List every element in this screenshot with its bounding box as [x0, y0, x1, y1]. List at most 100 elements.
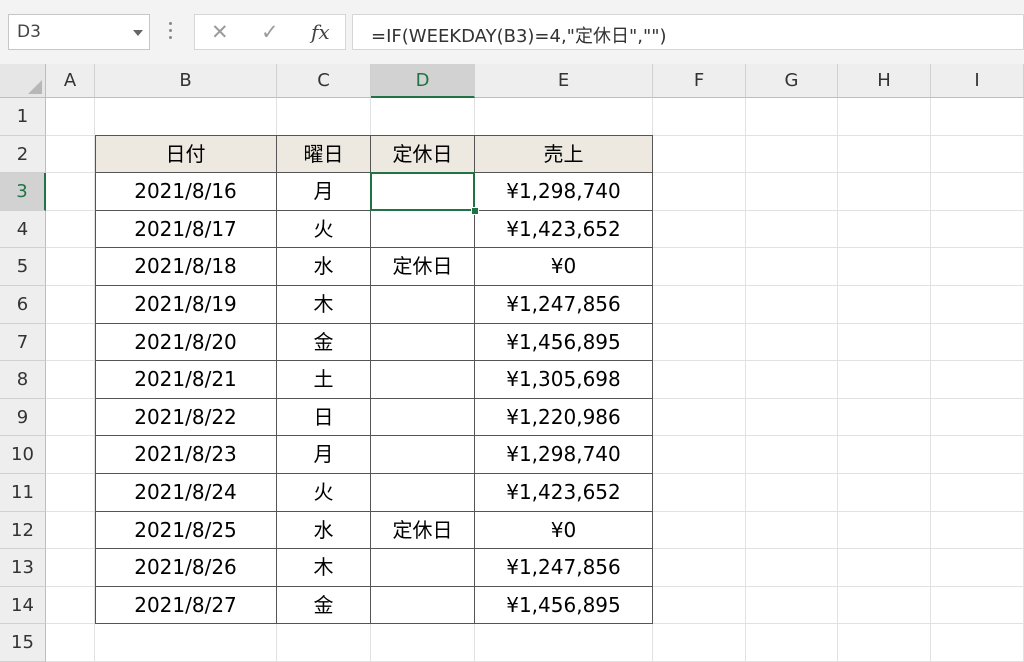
- table-cell[interactable]: [371, 549, 475, 587]
- table-cell[interactable]: 火: [277, 210, 371, 249]
- table-cell[interactable]: ¥1,247,856: [475, 286, 653, 324]
- cell-h1[interactable]: [838, 98, 931, 136]
- table-cell[interactable]: ¥1,423,652: [475, 210, 653, 249]
- select-all-button[interactable]: [0, 64, 46, 98]
- cell-e1[interactable]: [475, 98, 653, 136]
- table-cell[interactable]: 金: [277, 586, 371, 625]
- table-cell[interactable]: 木: [277, 549, 371, 587]
- cell-f13[interactable]: [653, 549, 746, 587]
- cancel-icon[interactable]: ✕: [211, 20, 229, 44]
- cell-i3[interactable]: [931, 173, 1024, 211]
- cell-i7[interactable]: [931, 323, 1024, 362]
- cell-a6[interactable]: [46, 286, 95, 324]
- cell-f4[interactable]: [653, 210, 746, 249]
- row-header-4[interactable]: 4: [0, 210, 46, 249]
- cell-g2[interactable]: [746, 135, 838, 174]
- cell-a13[interactable]: [46, 549, 95, 587]
- cell-i9[interactable]: [931, 398, 1024, 437]
- column-header-h[interactable]: H: [838, 64, 931, 98]
- table-cell[interactable]: ¥1,247,856: [475, 549, 653, 587]
- cell-f3[interactable]: [653, 173, 746, 211]
- table-cell[interactable]: 2021/8/24: [95, 474, 277, 512]
- cell-h8[interactable]: [838, 361, 931, 399]
- cell-a2[interactable]: [46, 135, 95, 174]
- column-header-d[interactable]: D: [371, 64, 475, 98]
- cell-g5[interactable]: [746, 248, 838, 286]
- table-cell[interactable]: 火: [277, 474, 371, 512]
- name-box[interactable]: D3: [8, 14, 150, 50]
- table-cell[interactable]: [371, 436, 475, 474]
- table-cell[interactable]: 金: [277, 323, 371, 362]
- cell-g1[interactable]: [746, 98, 838, 136]
- table-cell[interactable]: ¥0: [475, 248, 653, 286]
- cell-a11[interactable]: [46, 474, 95, 512]
- table-cell[interactable]: ¥0: [475, 511, 653, 550]
- column-header-a[interactable]: A: [46, 64, 95, 98]
- cell-i4[interactable]: [931, 210, 1024, 249]
- cell-e15[interactable]: [475, 624, 653, 662]
- table-cell[interactable]: 木: [277, 286, 371, 324]
- cell-i6[interactable]: [931, 286, 1024, 324]
- cell-g9[interactable]: [746, 398, 838, 437]
- cell-i13[interactable]: [931, 549, 1024, 587]
- cell-h14[interactable]: [838, 586, 931, 625]
- cell-h7[interactable]: [838, 323, 931, 362]
- cell-a7[interactable]: [46, 323, 95, 362]
- cell-f7[interactable]: [653, 323, 746, 362]
- table-cell[interactable]: 定休日: [371, 248, 475, 286]
- table-cell[interactable]: 日: [277, 398, 371, 437]
- cell-b1[interactable]: [95, 98, 277, 136]
- cell-g4[interactable]: [746, 210, 838, 249]
- table-cell[interactable]: 2021/8/20: [95, 323, 277, 362]
- cell-h4[interactable]: [838, 210, 931, 249]
- cell-g11[interactable]: [746, 474, 838, 512]
- cell-f11[interactable]: [653, 474, 746, 512]
- cell-b15[interactable]: [95, 624, 277, 662]
- cell-h13[interactable]: [838, 549, 931, 587]
- cell-f9[interactable]: [653, 398, 746, 437]
- column-header-e[interactable]: E: [475, 64, 653, 98]
- row-header-7[interactable]: 7: [0, 323, 46, 362]
- cell-h11[interactable]: [838, 474, 931, 512]
- cell-f1[interactable]: [653, 98, 746, 136]
- row-header-9[interactable]: 9: [0, 398, 46, 437]
- cell-g15[interactable]: [746, 624, 838, 662]
- table-cell[interactable]: 2021/8/22: [95, 398, 277, 437]
- cell-g14[interactable]: [746, 586, 838, 625]
- cell-h15[interactable]: [838, 624, 931, 662]
- cell-g12[interactable]: [746, 511, 838, 550]
- cell-a10[interactable]: [46, 436, 95, 474]
- cell-i14[interactable]: [931, 586, 1024, 625]
- table-cell[interactable]: 2021/8/17: [95, 210, 277, 249]
- cell-f14[interactable]: [653, 586, 746, 625]
- table-cell[interactable]: 月: [277, 436, 371, 474]
- table-cell[interactable]: 定休日: [371, 511, 475, 550]
- row-header-6[interactable]: 6: [0, 286, 46, 324]
- table-cell[interactable]: ¥1,305,698: [475, 361, 653, 399]
- drag-handle-icon[interactable]: [169, 22, 173, 42]
- cell-h5[interactable]: [838, 248, 931, 286]
- column-header-f[interactable]: F: [653, 64, 746, 98]
- table-header-cell[interactable]: 定休日: [371, 135, 475, 174]
- cell-i1[interactable]: [931, 98, 1024, 136]
- chevron-down-icon[interactable]: [133, 30, 143, 36]
- cell-a15[interactable]: [46, 624, 95, 662]
- table-header-cell[interactable]: 曜日: [277, 135, 371, 174]
- table-cell[interactable]: [371, 173, 475, 211]
- fill-handle[interactable]: [471, 206, 479, 215]
- cell-a3[interactable]: [46, 173, 95, 211]
- table-cell[interactable]: [371, 210, 475, 249]
- cell-a14[interactable]: [46, 586, 95, 625]
- cell-i2[interactable]: [931, 135, 1024, 174]
- cell-f10[interactable]: [653, 436, 746, 474]
- cell-f15[interactable]: [653, 624, 746, 662]
- table-cell[interactable]: 2021/8/26: [95, 549, 277, 587]
- table-cell[interactable]: 2021/8/16: [95, 173, 277, 211]
- table-cell[interactable]: 土: [277, 361, 371, 399]
- cell-g8[interactable]: [746, 361, 838, 399]
- cell-a8[interactable]: [46, 361, 95, 399]
- row-header-12[interactable]: 12: [0, 511, 46, 550]
- table-cell[interactable]: ¥1,423,652: [475, 474, 653, 512]
- cell-g3[interactable]: [746, 173, 838, 211]
- row-header-10[interactable]: 10: [0, 436, 46, 474]
